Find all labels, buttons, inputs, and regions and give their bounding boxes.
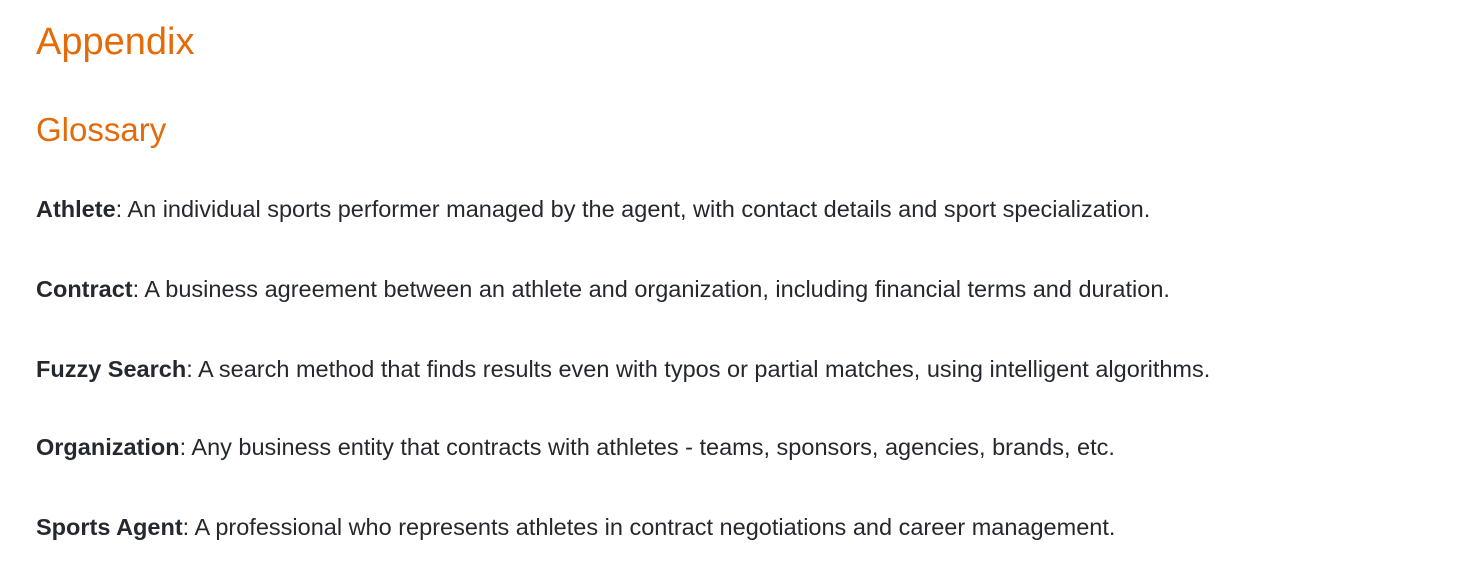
glossary-definition: Any business entity that contracts with … [191, 434, 1115, 460]
appendix-heading: Appendix [36, 21, 195, 63]
glossary-term: Fuzzy Search [36, 356, 187, 382]
glossary-term: Organization [36, 434, 180, 460]
term-separator: : [115, 196, 128, 222]
glossary-entry-fuzzy-search: Fuzzy Search: A search method that finds… [36, 353, 1210, 385]
term-separator: : [179, 434, 192, 460]
glossary-definition: A search method that finds results even … [197, 356, 1211, 382]
glossary-definition: An individual sports performer managed b… [127, 196, 1151, 222]
glossary-entry-sports-agent: Sports Agent: A professional who represe… [36, 511, 1115, 543]
glossary-definition: A professional who represents athletes i… [194, 514, 1116, 540]
glossary-heading: Glossary [36, 111, 167, 148]
term-separator: : [132, 276, 145, 302]
glossary-entry-contract: Contract: A business agreement between a… [36, 273, 1170, 305]
term-separator: : [186, 356, 198, 382]
glossary-definition: A business agreement between an athlete … [144, 276, 1170, 302]
term-separator: : [182, 514, 195, 540]
glossary-term: Contract [36, 276, 133, 302]
glossary-entry-athlete: Athlete: An individual sports performer … [36, 193, 1150, 225]
glossary-term: Athlete [36, 196, 116, 222]
glossary-term: Sports Agent [36, 514, 183, 540]
glossary-entry-organization: Organization: Any business entity that c… [36, 431, 1115, 463]
